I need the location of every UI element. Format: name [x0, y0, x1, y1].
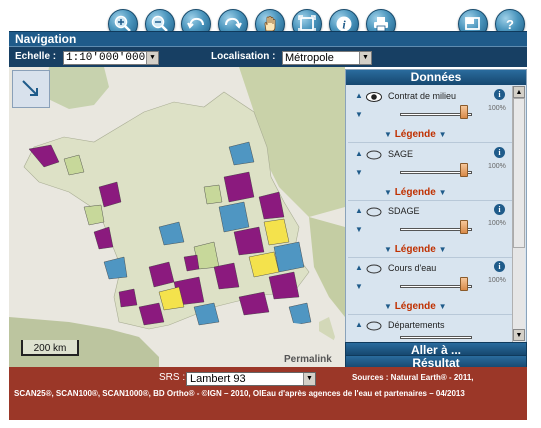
expand-arrow-icon: ▼ — [438, 188, 447, 197]
legend-toggle[interactable]: ▼ Légende ▼ — [384, 129, 447, 140]
expand-arrow-icon: ▼ — [438, 302, 447, 311]
localisation-value: Métropole — [285, 52, 334, 64]
expand-arrow-icon: ▼ — [384, 245, 392, 254]
layer-info-icon[interactable]: i — [494, 89, 505, 100]
permalink-link[interactable]: Permalink — [284, 354, 332, 365]
move-down-icon[interactable]: ▼ — [355, 110, 363, 119]
move-up-icon[interactable]: ▲ — [355, 149, 363, 158]
expand-arrow-icon: ▼ — [438, 245, 447, 254]
footer-bar: SRS : Lambert 93 ▼ Sources : Natural Ear… — [9, 367, 527, 420]
layer-name: Cours d'eau — [388, 263, 437, 273]
eye-closed-icon[interactable] — [366, 264, 382, 274]
move-up-icon[interactable]: ▲ — [355, 320, 363, 329]
legend-label: Légende — [394, 244, 436, 255]
chevron-down-icon: ▼ — [303, 373, 315, 385]
layer-cours-d-eau: ▲ ▼ Cours d'eau i 100% ▼ Légende ▼ — [348, 258, 512, 315]
navigation-title: Navigation — [15, 32, 77, 46]
layer-departements: ▲ Départements — [348, 315, 512, 342]
opacity-slider-handle[interactable] — [460, 105, 468, 119]
expand-arrow-icon: ▼ — [384, 188, 392, 197]
layer-name: Contrat de milieu — [388, 91, 457, 101]
srs-select[interactable]: Lambert 93 ▼ — [186, 372, 316, 386]
chevron-down-icon: ▼ — [359, 52, 371, 64]
legend-label: Légende — [394, 301, 436, 312]
map-canvas — [9, 67, 345, 367]
scroll-down-icon[interactable]: ▼ — [513, 329, 525, 341]
layer-opacity-value: 100% — [488, 220, 506, 227]
data-panel: Données ▲ ▼ Contrat de milieu i 100% ▼ L… — [345, 69, 527, 343]
overview-toggle-button[interactable] — [12, 70, 50, 108]
eye-closed-icon[interactable] — [366, 321, 382, 331]
layer-contrat-de-milieu: ▲ ▼ Contrat de milieu i 100% ▼ Légende ▼ — [348, 86, 512, 143]
opacity-slider-track[interactable] — [400, 336, 472, 339]
scroll-thumb[interactable] — [513, 98, 525, 248]
data-panel-scrollbar[interactable]: ▲ ▼ — [512, 86, 525, 342]
scale-location-bar: Echelle : 1:10'000'000 ▼ Localisation : … — [9, 46, 527, 67]
echelle-select[interactable]: 1:10'000'000 ▼ — [63, 51, 159, 65]
layer-name: Départements — [388, 320, 445, 330]
scale-bar-label: 200 km — [33, 343, 67, 354]
layer-info-icon[interactable]: i — [494, 261, 505, 272]
legend-toggle[interactable]: ▼ Légende ▼ — [384, 301, 447, 312]
opacity-slider-handle[interactable] — [460, 163, 468, 177]
app-window: i ? Navigation Echelle : 1:10'000'000 ▼ … — [0, 0, 541, 428]
srs-value: Lambert 93 — [190, 373, 246, 385]
layer-opacity-value: 100% — [488, 277, 506, 284]
move-down-icon[interactable]: ▼ — [355, 282, 363, 291]
expand-arrow-icon: ▼ — [438, 130, 447, 139]
legend-toggle[interactable]: ▼ Légende ▼ — [384, 244, 447, 255]
move-up-icon[interactable]: ▲ — [355, 263, 363, 272]
move-up-icon[interactable]: ▲ — [355, 206, 363, 215]
svg-text:?: ? — [506, 17, 514, 32]
chevron-down-icon: ▼ — [146, 52, 158, 64]
expand-arrow-icon: ▼ — [384, 302, 392, 311]
srs-label: SRS : — [159, 372, 186, 383]
layer-opacity-value: 100% — [488, 163, 506, 170]
move-down-icon[interactable]: ▼ — [355, 225, 363, 234]
localisation-label: Localisation : — [211, 51, 276, 62]
legend-label: Légende — [394, 129, 436, 140]
legend-label: Légende — [394, 187, 436, 198]
overview-arrow-icon — [22, 80, 38, 96]
navigation-bar: Navigation — [9, 31, 527, 46]
localisation-select[interactable]: Métropole ▼ — [282, 51, 372, 65]
echelle-label: Echelle : — [15, 51, 57, 62]
aller-a-section[interactable]: Aller à ... — [345, 342, 527, 357]
opacity-slider-handle[interactable] — [460, 220, 468, 234]
eye-closed-icon[interactable] — [366, 207, 382, 217]
move-down-icon[interactable]: ▼ — [355, 168, 363, 177]
layer-name: SDAGE — [388, 206, 420, 216]
eye-closed-icon[interactable] — [366, 150, 382, 160]
layer-opacity-value: 100% — [488, 105, 506, 112]
layer-sdage: ▲ ▼ SDAGE i 100% ▼ Légende ▼ — [348, 201, 512, 258]
scroll-up-icon[interactable]: ▲ — [513, 86, 525, 98]
eye-open-icon[interactable] — [366, 92, 382, 102]
layer-sage: ▲ ▼ SAGE i 100% ▼ Légende ▼ — [348, 144, 512, 201]
legend-toggle[interactable]: ▼ Légende ▼ — [384, 187, 447, 198]
echelle-value: 1:10'000'000 — [66, 52, 146, 64]
layer-name: SAGE — [388, 149, 414, 159]
layer-info-icon[interactable]: i — [494, 204, 505, 215]
opacity-slider-handle[interactable] — [460, 277, 468, 291]
layer-info-icon[interactable]: i — [494, 147, 505, 158]
expand-arrow-icon: ▼ — [384, 130, 392, 139]
move-up-icon[interactable]: ▲ — [355, 91, 363, 100]
map-view[interactable]: 200 km Permalink — [9, 67, 345, 367]
map-scale-bar: 200 km — [21, 340, 79, 356]
data-panel-title: Données — [346, 70, 526, 85]
sources-credits: SCAN25®, SCAN100®, SCAN1000®, BD Ortho® … — [14, 389, 465, 398]
sources-text: Sources : Natural Earth® - 2011, — [352, 373, 474, 382]
